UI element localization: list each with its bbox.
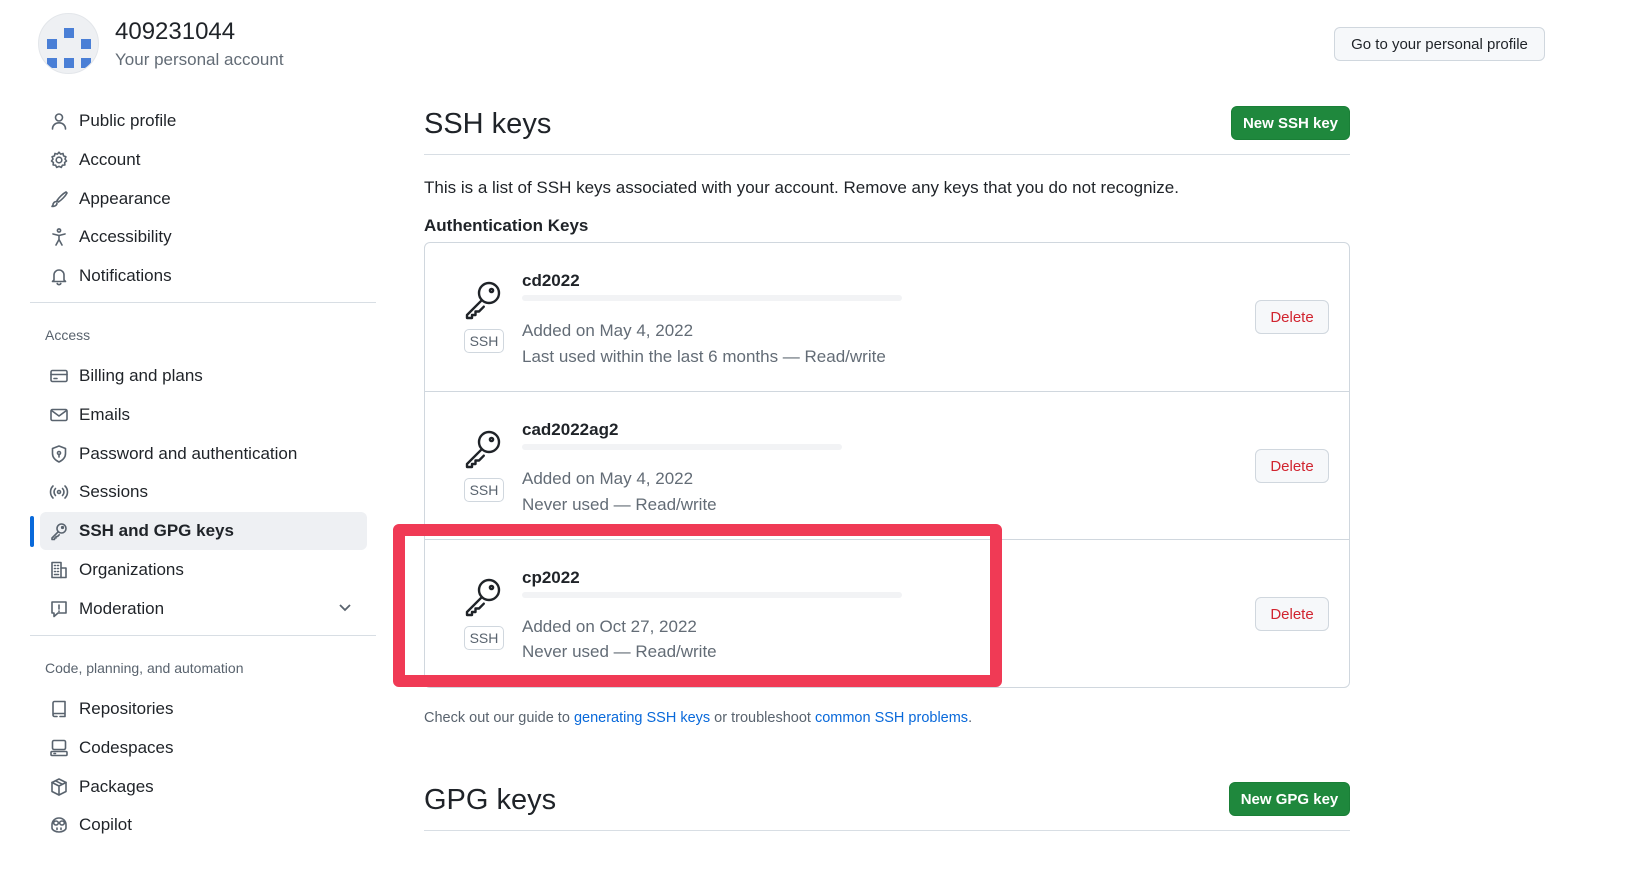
guide-text-pre: Check out our guide to — [424, 710, 574, 726]
key-title: cad2022ag2 — [522, 420, 619, 439]
sidebar-item-label: Appearance — [79, 189, 171, 208]
sidebar-divider — [30, 635, 376, 636]
broadcast-icon — [48, 481, 70, 503]
repo-icon — [48, 698, 70, 720]
sidebar-item-label: Repositories — [79, 699, 174, 718]
shield-lock-icon — [48, 443, 70, 465]
key-usage: Never used — Read/write — [522, 495, 717, 514]
new-ssh-key-button[interactable]: New SSH key — [1231, 106, 1350, 140]
ssh-guide-text: Check out our guide to generating SSH ke… — [424, 710, 972, 726]
sidebar-item-packages[interactable]: Packages — [40, 768, 367, 806]
copilot-icon — [48, 814, 70, 836]
sidebar-item-copilot[interactable]: Copilot — [40, 806, 367, 844]
delete-button[interactable]: Delete — [1255, 597, 1329, 631]
ssh-intro-text: This is a list of SSH keys associated wi… — [424, 178, 1179, 197]
sidebar-item-emails[interactable]: Emails — [40, 396, 367, 434]
section-divider — [424, 154, 1350, 155]
guide-text-post: . — [968, 710, 973, 726]
new-gpg-key-button[interactable]: New GPG key — [1229, 782, 1350, 816]
section-divider — [424, 830, 1350, 831]
sidebar-item-label: Emails — [79, 405, 131, 424]
sidebar-item-label: Codespaces — [79, 738, 174, 757]
key-added-date: Added on May 4, 2022 — [522, 469, 694, 488]
sidebar-item-label: SSH and GPG keys — [79, 521, 234, 540]
sidebar-item-label: Notifications — [79, 266, 172, 285]
gpg-keys-title: GPG keys — [424, 784, 557, 816]
key-fingerprint-redacted — [522, 295, 902, 301]
ssh-badge: SSH — [464, 329, 504, 353]
ssh-key-row: SSH cd2022 Added on May 4, 2022 Last use… — [425, 243, 1349, 391]
chevron-down-icon[interactable] — [337, 599, 353, 620]
key-fingerprint-redacted — [522, 444, 842, 450]
sidebar-divider — [30, 302, 376, 303]
sidebar-item-label: Sessions — [79, 482, 148, 501]
person-icon — [48, 110, 70, 132]
sidebar-item-repositories[interactable]: Repositories — [40, 690, 367, 728]
key-usage: Last used within the last 6 months — Rea… — [522, 347, 886, 366]
sidebar-item-label: Account — [79, 150, 141, 169]
key-icon — [461, 428, 505, 472]
generating-ssh-keys-link[interactable]: generating SSH keys — [574, 710, 710, 726]
codespaces-icon — [48, 737, 70, 759]
sidebar-item-appearance[interactable]: Appearance — [40, 180, 367, 218]
key-icon — [461, 279, 505, 323]
sidebar-item-accessibility[interactable]: Accessibility — [40, 218, 367, 256]
ssh-keys-title: SSH keys — [424, 108, 552, 140]
account-subtitle: Your personal account — [115, 50, 284, 69]
account-name: 409231044 — [115, 18, 236, 45]
sidebar-item-label: Billing and plans — [79, 366, 203, 385]
sidebar-heading-access: Access — [45, 327, 91, 343]
organization-icon — [48, 559, 70, 581]
sidebar-item-label: Password and authentication — [79, 444, 298, 463]
sidebar-item-label: Moderation — [79, 599, 165, 618]
accessibility-icon — [48, 226, 70, 248]
sidebar-heading-code: Code, planning, and automation — [45, 660, 244, 676]
gear-icon — [48, 149, 70, 171]
bell-icon — [48, 265, 70, 287]
sidebar-item-password-auth[interactable]: Password and authentication — [40, 435, 367, 473]
sidebar-item-sessions[interactable]: Sessions — [40, 473, 367, 511]
guide-text-mid: or troubleshoot — [710, 710, 815, 726]
package-icon — [48, 776, 70, 798]
mail-icon — [48, 404, 70, 426]
delete-button[interactable]: Delete — [1255, 449, 1329, 483]
sidebar-item-organizations[interactable]: Organizations — [40, 551, 367, 589]
credit-card-icon — [48, 365, 70, 387]
sidebar-item-ssh-gpg-keys[interactable]: SSH and GPG keys — [40, 512, 367, 550]
ssh-key-row: SSH cad2022ag2 Added on May 4, 2022 Neve… — [425, 391, 1349, 539]
authentication-keys-heading: Authentication Keys — [424, 216, 589, 235]
sidebar-item-label: Organizations — [79, 560, 184, 579]
delete-button[interactable]: Delete — [1255, 300, 1329, 334]
sidebar-item-label: Copilot — [79, 815, 132, 834]
sidebar-item-billing[interactable]: Billing and plans — [40, 357, 367, 395]
sidebar-item-notifications[interactable]: Notifications — [40, 257, 367, 295]
paintbrush-icon — [48, 188, 70, 210]
go-to-profile-button[interactable]: Go to your personal profile — [1334, 27, 1545, 61]
key-title: cd2022 — [522, 271, 580, 290]
highlight-box — [393, 524, 1002, 687]
sidebar-item-moderation[interactable]: Moderation — [40, 590, 367, 628]
sidebar-item-codespaces[interactable]: Codespaces — [40, 729, 367, 767]
sidebar-item-public-profile[interactable]: Public profile — [40, 102, 367, 140]
key-icon — [48, 520, 70, 542]
sidebar-item-account[interactable]: Account — [40, 141, 367, 179]
sidebar-item-label: Accessibility — [79, 227, 172, 246]
key-added-date: Added on May 4, 2022 — [522, 321, 694, 340]
active-indicator — [30, 516, 34, 547]
report-icon — [48, 598, 70, 620]
avatar[interactable] — [38, 13, 99, 74]
sidebar-item-label: Packages — [79, 777, 154, 796]
sidebar-item-label: Public profile — [79, 111, 177, 130]
ssh-badge: SSH — [464, 478, 504, 502]
common-ssh-problems-link[interactable]: common SSH problems — [815, 710, 968, 726]
